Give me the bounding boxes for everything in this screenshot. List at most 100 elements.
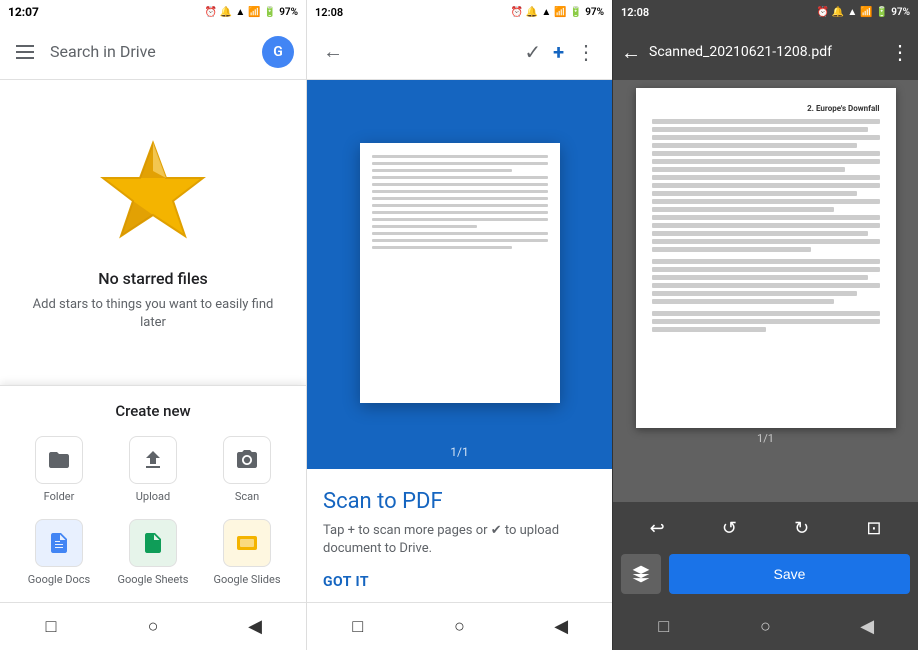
sheets-icon <box>141 531 165 555</box>
doc-line-12 <box>372 232 548 235</box>
more-options-icon-3[interactable]: ⋮ <box>890 40 910 64</box>
create-docs[interactable]: Google Docs <box>16 519 102 586</box>
menu-icon[interactable] <box>12 41 38 63</box>
upload-icon-box <box>129 436 177 484</box>
doc-line-10 <box>372 218 548 221</box>
slides-icon <box>235 531 259 555</box>
doc-line-6 <box>372 190 548 193</box>
create-new-section: Create new Folder Upload <box>0 385 306 602</box>
create-grid: Folder Upload Scan <box>16 436 290 586</box>
sheets-label: Google Sheets <box>118 573 189 586</box>
sheets-icon-box <box>129 519 177 567</box>
drive-toolbar: Search in Drive G <box>0 24 306 80</box>
folder-label: Folder <box>44 490 75 503</box>
panel-pdf-viewer: 12:08 ⏰🔔▲📶🔋97% ← Scanned_20210621-1208.p… <box>612 0 918 650</box>
time-1: 12:07 <box>8 5 39 19</box>
check-icon[interactable]: ✓ <box>524 40 541 64</box>
star-icon-large <box>93 133 213 253</box>
home-nav-btn-2[interactable]: □ <box>342 611 374 643</box>
pdf-chapter: 2. Europe's Downfall <box>652 104 880 113</box>
back-nav-btn-2[interactable]: ◀ <box>545 611 577 643</box>
upload-icon <box>141 448 165 472</box>
back-arrow-3[interactable]: ← <box>621 40 641 65</box>
scan-icon <box>235 448 259 472</box>
circle-nav-btn-2[interactable]: ○ <box>443 611 475 643</box>
slides-icon-box <box>223 519 271 567</box>
layers-svg <box>631 564 651 584</box>
create-scan[interactable]: Scan <box>204 436 290 503</box>
scan-to-pdf-title: Scan to PDF <box>323 489 596 514</box>
create-sheets[interactable]: Google Sheets <box>110 519 196 586</box>
scanned-image-area: 1/1 <box>307 80 612 467</box>
create-folder[interactable]: Folder <box>16 436 102 503</box>
doc-line-5 <box>372 183 548 186</box>
doc-line-8 <box>372 204 548 207</box>
crop-icon[interactable]: ⊡ <box>856 510 892 546</box>
panel-scan-to-pdf: 12:08 ⏰🔔▲📶🔋97% ← ✓ + ⋮ 1/1 <box>306 0 612 650</box>
more-options-icon-2[interactable]: ⋮ <box>576 40 596 64</box>
doc-line-9 <box>372 211 548 214</box>
scan-hint: Tap + to scan more pages or ✔ to upload … <box>323 522 596 558</box>
doc-line-14 <box>372 246 513 249</box>
docs-label: Google Docs <box>28 573 90 586</box>
create-new-title: Create new <box>16 402 290 420</box>
rotate-right-icon[interactable]: ↻ <box>784 510 820 546</box>
create-slides[interactable]: Google Slides <box>204 519 290 586</box>
layers-icon[interactable] <box>621 554 661 594</box>
doc-line-2 <box>372 162 548 165</box>
circle-nav-btn[interactable]: ○ <box>137 611 169 643</box>
circle-nav-btn-3[interactable]: ○ <box>749 610 781 642</box>
scan-icon-box <box>223 436 271 484</box>
user-avatar[interactable]: G <box>262 36 294 68</box>
add-page-icon[interactable]: + <box>553 40 564 64</box>
bottom-nav-3: □ ○ ◀ <box>613 602 918 650</box>
no-starred-title: No starred files <box>98 269 208 288</box>
folder-icon <box>47 448 71 472</box>
home-nav-btn[interactable]: □ <box>35 611 67 643</box>
doc-line-7 <box>372 197 548 200</box>
save-button[interactable]: Save <box>669 554 910 594</box>
bottom-nav-2: □ ○ ◀ <box>307 602 612 650</box>
back-nav-btn[interactable]: ◀ <box>239 611 271 643</box>
docs-icon-box <box>35 519 83 567</box>
scanned-document <box>360 143 560 403</box>
home-nav-btn-3[interactable]: □ <box>648 610 680 642</box>
pdf-bottom-actions: ↩ ↺ ↻ ⊡ Save <box>613 502 918 602</box>
scan-toolbar: ← ✓ + ⋮ <box>307 24 612 80</box>
status-bar-1: 12:07 ⏰🔔▲📶🔋 97% <box>0 0 306 24</box>
back-arrow-2[interactable]: ← <box>323 39 343 64</box>
create-upload[interactable]: Upload <box>110 436 196 503</box>
undo-icon[interactable]: ↩ <box>639 510 675 546</box>
starred-section: No starred files Add stars to things you… <box>0 80 306 385</box>
slides-label: Google Slides <box>213 573 280 586</box>
pdf-toolbar: ← Scanned_20210621-1208.pdf ⋮ <box>613 24 918 80</box>
scan-label: Scan <box>235 490 259 503</box>
doc-line-4 <box>372 176 548 179</box>
pdf-page: 2. Europe's Downfall <box>636 88 896 428</box>
pdf-title: Scanned_20210621-1208.pdf <box>649 44 882 60</box>
scan-to-pdf-info: Scan to PDF Tap + to scan more pages or … <box>307 467 612 602</box>
doc-line-13 <box>372 239 548 242</box>
panel-google-drive: 12:07 ⏰🔔▲📶🔋 97% Search in Drive G No sta… <box>0 0 306 650</box>
upload-label: Upload <box>136 490 170 503</box>
doc-line-3 <box>372 169 513 172</box>
pdf-page-container: 2. Europe's Downfall <box>621 88 910 449</box>
page-indicator: 1/1 <box>450 445 468 459</box>
pdf-content-area: 2. Europe's Downfall <box>613 80 918 502</box>
folder-icon-box <box>35 436 83 484</box>
back-nav-btn-3[interactable]: ◀ <box>851 610 883 642</box>
rotate-left-icon[interactable]: ↺ <box>711 510 747 546</box>
got-it-button[interactable]: GOT IT <box>323 574 596 590</box>
search-label: Search in Drive <box>50 42 156 61</box>
bottom-nav-1: □ ○ ◀ <box>0 602 306 650</box>
docs-icon <box>47 531 71 555</box>
status-bar-3: 12:08 ⏰🔔▲📶🔋97% <box>613 0 918 24</box>
status-icons-1: ⏰🔔▲📶🔋 97% <box>204 7 298 18</box>
search-bar[interactable]: Search in Drive <box>50 42 250 61</box>
doc-line-11 <box>372 225 478 228</box>
time-2: 12:08 <box>315 6 343 19</box>
status-icons-3: ⏰🔔▲📶🔋97% <box>816 7 910 18</box>
time-3: 12:08 <box>621 6 649 19</box>
status-icons-2: ⏰🔔▲📶🔋97% <box>510 7 604 18</box>
pdf-action-buttons: ↩ ↺ ↻ ⊡ <box>621 510 910 546</box>
